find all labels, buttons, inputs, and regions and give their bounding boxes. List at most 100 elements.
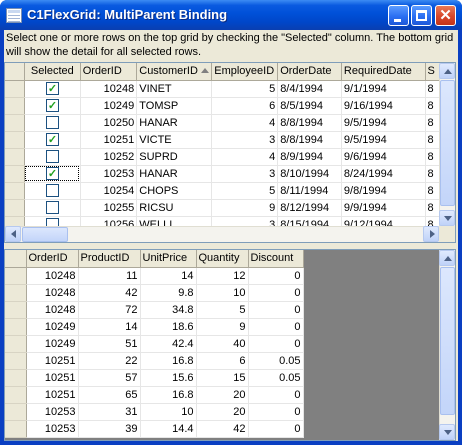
row-header[interactable] (5, 301, 27, 319)
detail-row[interactable]: 10248 42 9.8 10 0 (5, 284, 304, 302)
discount-cell[interactable]: 0 (248, 318, 304, 336)
detail-row[interactable]: 10253 31 10 20 0 (5, 403, 304, 421)
order-id-cell[interactable]: 10248 (80, 80, 138, 98)
unitprice-cell[interactable]: 16.8 (140, 386, 197, 404)
orderid-cell[interactable]: 10248 (26, 301, 79, 319)
discount-cell[interactable]: 0.05 (248, 352, 304, 370)
row-header[interactable] (5, 97, 25, 115)
orderid-cell[interactable]: 10248 (26, 284, 79, 302)
order-row[interactable]: 10255 RICSU 9 8/12/1994 9/9/1994 8 (5, 199, 455, 217)
selected-cell[interactable] (24, 182, 81, 200)
row-header[interactable] (5, 131, 25, 149)
orders-horizontal-scrollbar[interactable] (5, 226, 439, 242)
detail-row[interactable]: 10249 51 42.4 40 0 (5, 335, 304, 353)
order-id-cell[interactable]: 10252 (80, 148, 138, 166)
customer-id-cell[interactable]: HANAR (136, 114, 213, 132)
col-header-orderid[interactable]: OrderID (26, 250, 79, 268)
detail-row[interactable]: 10249 14 18.6 9 0 (5, 318, 304, 336)
order-row[interactable]: 10250 HANAR 4 8/8/1994 9/5/1994 8 (5, 114, 455, 132)
customer-id-cell[interactable]: VINET (136, 80, 213, 98)
scroll-down-button[interactable] (439, 424, 455, 440)
maximize-button[interactable] (411, 5, 432, 26)
vertical-scroll-thumb[interactable] (440, 80, 455, 206)
order-row[interactable]: 10249TOMSP68/5/19949/16/19948 (5, 97, 455, 115)
productid-cell[interactable]: 51 (78, 335, 141, 353)
customer-id-cell[interactable]: HANAR (136, 165, 213, 183)
required-date-cell[interactable]: 9/5/1994 (341, 114, 426, 132)
col-header-employeeid[interactable]: EmployeeID (211, 63, 279, 81)
order-date-cell[interactable]: 8/10/1994 (277, 165, 342, 183)
orderid-cell[interactable]: 10249 (26, 335, 79, 353)
selected-checkbox[interactable] (45, 98, 59, 113)
unitprice-cell[interactable]: 10 (140, 403, 197, 421)
order-row[interactable]: 10248VINET58/4/19949/1/19948 (5, 80, 455, 98)
row-header[interactable] (5, 80, 25, 98)
order-row[interactable]: 10254 CHOPS 5 8/11/1994 9/8/1994 8 (5, 182, 455, 200)
discount-cell[interactable]: 0 (248, 403, 304, 421)
col-header-unitprice[interactable]: UnitPrice (140, 250, 197, 268)
detail-row[interactable]: 10248 72 34.8 5 0 (5, 301, 304, 319)
employee-id-cell[interactable]: 3 (211, 131, 279, 149)
order-row[interactable]: 10252 SUPRD 4 8/9/1994 9/6/1994 8 (5, 148, 455, 166)
detail-row[interactable]: 10251 65 16.8 20 0 (5, 386, 304, 404)
detail-row[interactable]: 10251 57 15.6 15 0.05 (5, 369, 304, 387)
detail-row[interactable]: 10253 39 14.4 42 0 (5, 420, 304, 438)
col-header-productid[interactable]: ProductID (78, 250, 141, 268)
orders-vertical-scrollbar[interactable] (439, 63, 455, 226)
selected-checkbox[interactable] (45, 116, 59, 130)
selected-checkbox[interactable] (45, 184, 59, 198)
employee-id-cell[interactable]: 5 (211, 182, 279, 200)
order-row[interactable]: 10253HANAR38/10/19948/24/19948 (5, 165, 455, 183)
selected-checkbox[interactable] (45, 166, 59, 181)
quantity-cell[interactable]: 15 (196, 369, 249, 387)
discount-cell[interactable]: 0.05 (248, 369, 304, 387)
productid-cell[interactable]: 72 (78, 301, 141, 319)
row-header[interactable] (5, 369, 27, 387)
order-date-cell[interactable]: 8/11/1994 (277, 182, 342, 200)
selected-cell[interactable] (24, 114, 81, 132)
order-date-cell[interactable]: 8/5/1994 (277, 97, 342, 115)
quantity-cell[interactable]: 6 (196, 352, 249, 370)
discount-cell[interactable]: 0 (248, 301, 304, 319)
unitprice-cell[interactable]: 16.8 (140, 352, 197, 370)
selected-cell[interactable] (24, 131, 81, 149)
row-header[interactable] (5, 165, 25, 183)
discount-cell[interactable]: 0 (248, 386, 304, 404)
productid-cell[interactable]: 42 (78, 284, 141, 302)
customer-id-cell[interactable]: TOMSP (136, 97, 213, 115)
detail-row[interactable]: 10248 11 14 12 0 (5, 267, 304, 285)
productid-cell[interactable]: 65 (78, 386, 141, 404)
quantity-cell[interactable]: 20 (196, 386, 249, 404)
order-details-grid[interactable]: OrderID ProductID UnitPrice Quantity Dis… (4, 249, 456, 441)
orderid-cell[interactable]: 10249 (26, 318, 79, 336)
quantity-cell[interactable]: 20 (196, 403, 249, 421)
details-vertical-scrollbar[interactable] (439, 250, 455, 440)
order-date-cell[interactable]: 8/9/1994 (277, 148, 342, 166)
row-header[interactable] (5, 420, 27, 438)
col-header-requireddate[interactable]: RequiredDate (341, 63, 426, 81)
order-id-cell[interactable]: 10250 (80, 114, 138, 132)
required-date-cell[interactable]: 9/9/1994 (341, 199, 426, 217)
discount-cell[interactable]: 0 (248, 284, 304, 302)
required-date-cell[interactable]: 9/8/1994 (341, 182, 426, 200)
customer-id-cell[interactable]: VICTE (136, 131, 213, 149)
required-date-cell[interactable]: 9/1/1994 (341, 80, 426, 98)
row-header[interactable] (5, 386, 27, 404)
scroll-down-button[interactable] (439, 210, 455, 226)
order-date-cell[interactable]: 8/8/1994 (277, 131, 342, 149)
employee-id-cell[interactable]: 4 (211, 148, 279, 166)
scroll-up-button[interactable] (439, 63, 455, 79)
row-header[interactable] (5, 318, 27, 336)
order-id-cell[interactable]: 10253 (80, 165, 138, 183)
required-date-cell[interactable]: 9/16/1994 (341, 97, 426, 115)
unitprice-cell[interactable]: 9.8 (140, 284, 197, 302)
order-date-cell[interactable]: 8/12/1994 (277, 199, 342, 217)
discount-cell[interactable]: 0 (248, 267, 304, 285)
productid-cell[interactable]: 57 (78, 369, 141, 387)
quantity-cell[interactable]: 10 (196, 284, 249, 302)
required-date-cell[interactable]: 8/24/1994 (341, 165, 426, 183)
order-id-cell[interactable]: 10254 (80, 182, 138, 200)
row-header[interactable] (5, 352, 27, 370)
row-header[interactable] (5, 335, 27, 353)
required-date-cell[interactable]: 9/5/1994 (341, 131, 426, 149)
